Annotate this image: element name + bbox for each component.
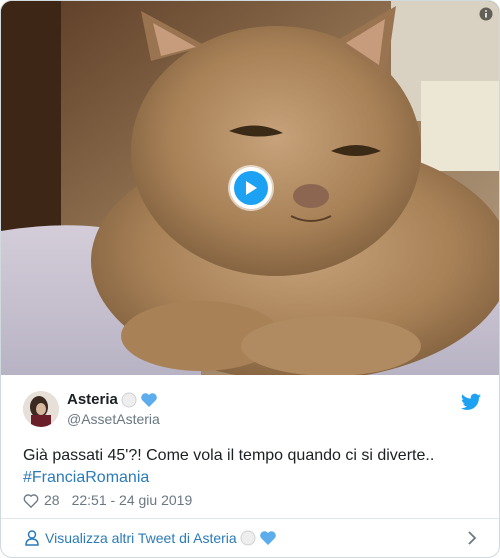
- tweet-media-gif[interactable]: [1, 1, 499, 375]
- author-info[interactable]: Asteria @AssetAsteria: [67, 391, 160, 428]
- info-icon[interactable]: [479, 7, 493, 21]
- play-icon: [234, 171, 268, 205]
- heart-outline-icon: [23, 493, 39, 508]
- tweet-header: Asteria @AssetAsteria: [23, 389, 483, 431]
- author-name-text: Asteria: [67, 391, 118, 408]
- more-tweets-text: Visualizza altri Tweet di Asteria: [45, 530, 237, 546]
- like-button[interactable]: 28: [23, 492, 60, 508]
- avatar[interactable]: [23, 391, 59, 427]
- hashtag-link[interactable]: #FranciaRomania: [23, 469, 149, 486]
- chevron-right-icon: [468, 531, 477, 545]
- more-tweets-link[interactable]: Visualizza altri Tweet di Asteria: [1, 519, 499, 557]
- tweet-timestamp[interactable]: 22:51 - 24 giu 2019: [72, 492, 193, 508]
- author-display-name[interactable]: Asteria: [67, 391, 160, 409]
- tweet-text: Già passati 45'?! Come vola il tempo qua…: [23, 445, 483, 489]
- play-button[interactable]: [230, 167, 272, 209]
- tweet-meta: 28 22:51 - 24 giu 2019: [23, 491, 192, 509]
- more-tweets-label: Visualizza altri Tweet di Asteria: [45, 530, 277, 546]
- like-count: 28: [44, 492, 60, 508]
- person-icon: [25, 530, 39, 546]
- white-circle-icon: [240, 530, 256, 546]
- author-handle[interactable]: @AssetAsteria: [67, 410, 160, 428]
- blue-heart-icon: [141, 393, 157, 407]
- twitter-bird-icon[interactable]: [461, 393, 481, 411]
- embedded-tweet-card[interactable]: Asteria @AssetAsteria Già passati 45'?! …: [0, 0, 500, 558]
- blue-heart-icon: [259, 531, 276, 545]
- white-circle-icon: [121, 392, 137, 408]
- tweet-body-text: Già passati 45'?! Come vola il tempo qua…: [23, 447, 435, 464]
